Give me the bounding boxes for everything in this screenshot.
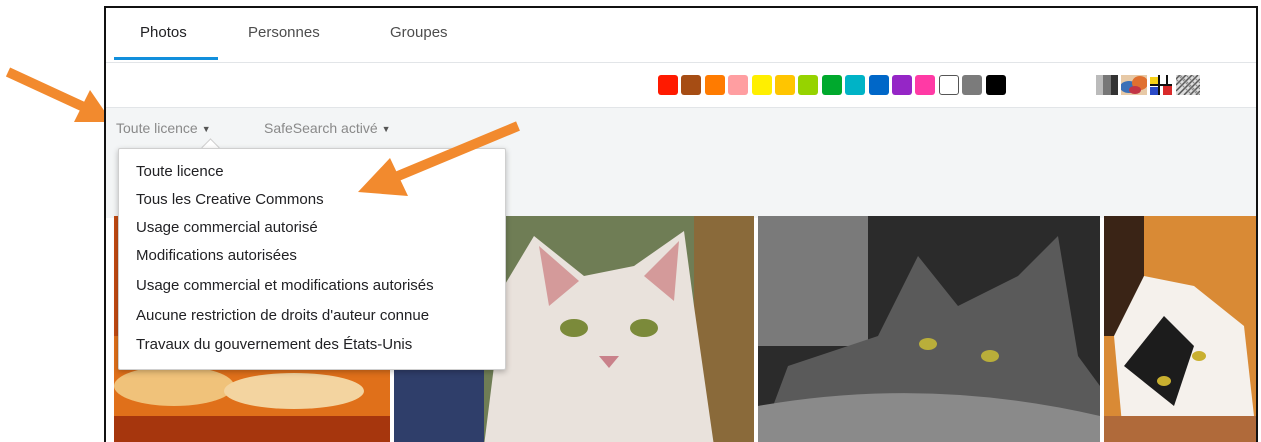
active-tab-indicator: [114, 57, 218, 60]
license-dropdown-menu: Toute licence Tous les Creative Commons …: [118, 148, 506, 370]
license-option-us-government[interactable]: Travaux du gouvernement des États-Unis: [136, 336, 412, 353]
tab-photos[interactable]: Photos: [140, 24, 187, 41]
license-option-no-known-copyright[interactable]: Aucune restriction de droits d'auteur co…: [136, 307, 429, 324]
caret-down-icon: ▼: [381, 124, 391, 135]
color-swatch[interactable]: [658, 75, 678, 95]
black-and-white-icon[interactable]: [1096, 75, 1118, 95]
color-swatch[interactable]: [751, 75, 772, 95]
color-filter-bar: [106, 63, 1256, 108]
license-filter-label: Toute licence: [116, 120, 198, 136]
color-swatch[interactable]: [845, 75, 866, 95]
minimalist-icon[interactable]: [1150, 75, 1172, 95]
license-option-modifications[interactable]: Modifications autorisées: [136, 247, 297, 264]
tab-bar: Photos Personnes Groupes: [106, 8, 1256, 63]
safesearch-filter[interactable]: SafeSearch activé ▼: [264, 120, 391, 136]
license-option-commercial-and-mods[interactable]: Usage commercial et modifications autori…: [136, 277, 434, 294]
color-swatch[interactable]: [868, 75, 889, 95]
patterns-icon[interactable]: [1176, 75, 1200, 95]
color-swatch[interactable]: [892, 75, 912, 95]
license-option-commercial[interactable]: Usage commercial autorisé: [136, 219, 318, 236]
color-swatch[interactable]: [798, 75, 819, 95]
photo-grey-cat[interactable]: [758, 216, 1100, 442]
license-option-any[interactable]: Toute licence: [136, 163, 224, 180]
search-panel: Photos Personnes Groupes Toute licence ▼ …: [104, 6, 1258, 442]
shallow-depth-of-field-icon[interactable]: [1121, 75, 1147, 95]
color-swatch[interactable]: [681, 75, 702, 95]
color-swatch[interactable]: [704, 75, 725, 95]
color-swatch[interactable]: [821, 75, 842, 95]
tab-personnes[interactable]: Personnes: [248, 24, 320, 41]
color-swatch[interactable]: [775, 75, 795, 95]
color-swatch[interactable]: [985, 75, 1006, 95]
color-swatch[interactable]: [938, 75, 959, 95]
color-swatch[interactable]: [915, 75, 936, 95]
safesearch-filter-label: SafeSearch activé: [264, 120, 378, 136]
license-filter[interactable]: Toute licence ▼: [116, 120, 211, 136]
color-swatch[interactable]: [728, 75, 749, 95]
tab-groupes[interactable]: Groupes: [390, 24, 448, 41]
caret-down-icon: ▼: [201, 124, 211, 135]
license-option-creative-commons[interactable]: Tous les Creative Commons: [136, 191, 324, 208]
color-swatch[interactable]: [962, 75, 983, 95]
photo-calico-cat[interactable]: [1104, 216, 1258, 442]
